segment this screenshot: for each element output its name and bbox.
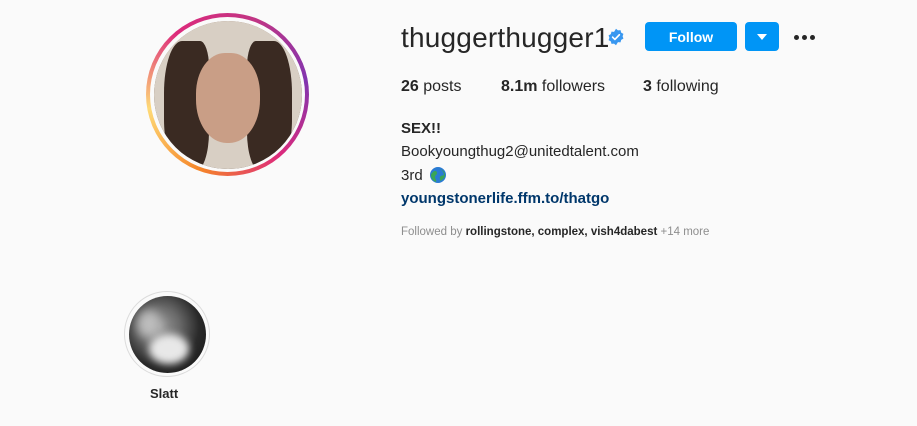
avatar-gap <box>150 17 305 172</box>
dot-icon <box>809 34 815 40</box>
posts-number: 26 <box>401 78 419 95</box>
following-label: following <box>656 78 719 95</box>
bio-email: Bookyoungthug2@unitedtalent.com <box>401 143 639 160</box>
suggested-accounts-dropdown-button[interactable] <box>745 22 779 51</box>
dot-icon <box>801 34 807 40</box>
followers-link[interactable]: 8.1m followers <box>501 78 605 96</box>
verified-badge-icon <box>608 28 624 46</box>
profile-username: thuggerthugger1 <box>401 22 610 53</box>
followed-by-more: +14 more <box>660 226 710 238</box>
more-options-button[interactable] <box>790 26 818 48</box>
thumbnail-detail <box>148 333 189 364</box>
profile-avatar-ring[interactable] <box>146 13 309 176</box>
following-number: 3 <box>643 78 652 95</box>
highlight-thumbnail <box>128 295 206 373</box>
caret-down-icon <box>757 33 767 40</box>
following-link[interactable]: 3 following <box>643 78 719 96</box>
followers-number: 8.1m <box>501 78 538 95</box>
story-highlight-label[interactable]: Slatt <box>150 386 178 401</box>
followed-by-prefix: Followed by <box>401 226 463 238</box>
followers-label: followers <box>541 78 606 95</box>
story-highlight[interactable] <box>124 291 210 377</box>
avatar-face <box>195 52 260 143</box>
thumbnail-detail <box>136 309 161 338</box>
bio-line: 3rd <box>401 166 447 184</box>
followed-by-names: rollingstone, complex, vish4dabest <box>465 226 658 238</box>
follow-button[interactable]: Follow <box>645 22 737 51</box>
dot-icon <box>793 34 799 40</box>
bio-link[interactable]: youngstonerlife.ffm.to/thatgo <box>401 190 609 207</box>
bio-line-text: 3rd <box>401 166 423 184</box>
followed-by[interactable]: Followed by rollingstone, complex, vish4… <box>401 226 709 238</box>
globe-emoji-icon <box>429 167 446 183</box>
bio-name: SEX!! <box>401 120 442 137</box>
posts-label: posts <box>423 78 462 95</box>
profile-avatar[interactable] <box>153 20 302 169</box>
posts-count: 26 posts <box>401 78 462 96</box>
